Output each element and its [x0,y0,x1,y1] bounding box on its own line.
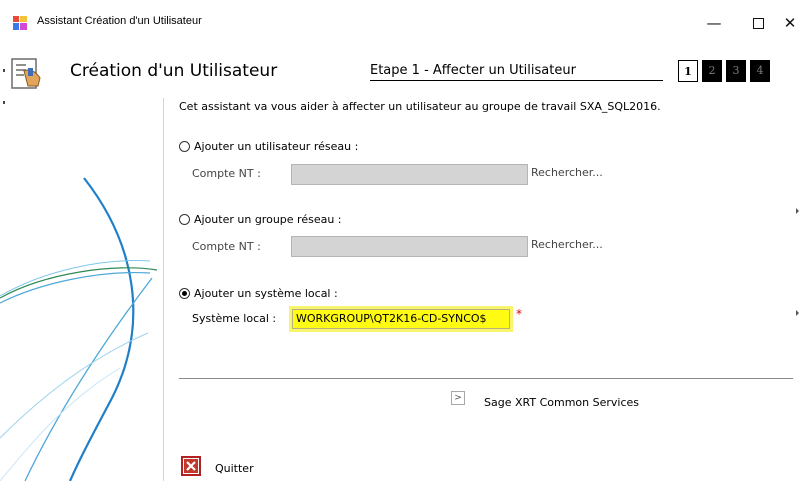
swoosh-graphic [0,177,158,481]
step-4: 4 [750,60,770,82]
maximize-icon [752,18,764,29]
title-bar: Assistant Création d'un Utilisateur — ✕ [0,0,805,47]
radio-network-group[interactable]: Ajouter un groupe réseau : [179,213,342,227]
quit-button[interactable]: Quitter [215,462,254,475]
radio-button-checked[interactable] [179,288,190,299]
services-arrow-button[interactable]: > [451,391,465,405]
window-title: Assistant Création d'un Utilisateur [37,15,202,27]
network-group-field-label: Compte NT : [192,240,261,253]
scrollbar[interactable] [793,98,805,481]
user-document-icon [11,58,41,89]
local-system-input[interactable]: WORKGROUP\QT2K16-CD-SYNCO$ [292,309,510,329]
section-divider [179,378,804,379]
network-user-field-label: Compte NT : [192,167,261,180]
scroll-arrow-icon [796,208,799,214]
edge-mark [3,101,5,104]
network-user-input[interactable] [291,164,528,185]
close-icon: ✕ [783,14,797,32]
network-group-search-button[interactable]: Rechercher... [531,238,603,251]
required-marker: * [516,307,522,321]
radio-local-system-label: Ajouter un système local : [194,287,338,300]
radio-network-user[interactable]: Ajouter un utilisateur réseau : [179,140,358,154]
quit-icon[interactable] [181,456,201,476]
step-2: 2 [702,60,722,82]
step-1: 1 [678,60,698,82]
radio-local-system[interactable]: Ajouter un système local : [179,287,338,301]
step-3: 3 [726,60,746,82]
close-button[interactable]: ✕ [768,8,805,38]
edge-mark [3,69,5,72]
app-icon [13,16,27,30]
wizard-window: Assistant Création d'un Utilisateur — ✕ … [0,0,805,481]
services-label: Sage XRT Common Services [484,396,639,409]
radio-network-group-label: Ajouter un groupe réseau : [194,213,342,226]
radio-network-user-label: Ajouter un utilisateur réseau : [194,140,359,153]
network-group-input[interactable] [291,236,528,257]
radio-button[interactable] [179,214,190,225]
decorative-panel [0,98,163,481]
local-system-field-label: Système local : [192,312,277,325]
wizard-title: Création d'un Utilisateur [70,61,278,81]
intro-text: Cet assistant va vous aider à affecter u… [179,100,661,113]
panel-divider [163,98,164,481]
radio-button[interactable] [179,141,190,152]
step-label: Etape 1 - Affecter un Utilisateur [370,63,663,81]
minimize-icon: — [706,14,722,32]
scroll-arrow-icon [796,310,799,316]
minimize-button[interactable]: — [692,8,736,38]
network-user-search-button[interactable]: Rechercher... [531,166,603,179]
